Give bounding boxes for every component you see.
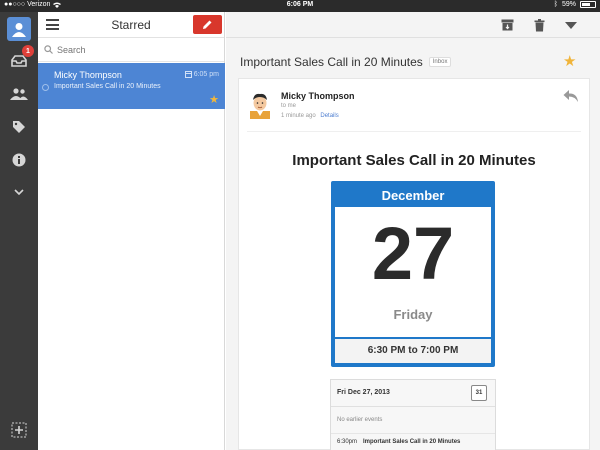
message-list-panel: Starred Micky Thompson 6:05 pm Important… [38, 12, 225, 450]
status-right: ᛒ 59% [554, 1, 596, 8]
agenda-widget: Fri Dec 27, 2013 31 No earlier events 6:… [330, 379, 496, 450]
search-icon [44, 45, 53, 54]
message-card: Micky Thompson to me 1 minute ago Detail… [238, 78, 590, 450]
calendar-month: December [381, 188, 445, 203]
archive-button[interactable] [499, 17, 515, 33]
inbox-button[interactable]: 1 [7, 45, 34, 73]
battery-percent: 59% [561, 1, 576, 8]
battery-icon [580, 1, 596, 8]
message-time: 1 minute ago [281, 113, 316, 119]
labels-button[interactable] [7, 115, 31, 139]
message-toolbar [226, 12, 600, 38]
star-icon[interactable]: ★ [209, 93, 219, 106]
details-link[interactable]: Details [320, 113, 338, 119]
calendar-time-range: 6:30 PM to 7:00 PM [335, 339, 491, 363]
more-icon [565, 21, 577, 29]
agenda-event-time: 6:30pm [337, 439, 358, 445]
reply-icon [563, 90, 578, 102]
agenda-event[interactable]: 6:30pm Important Sales Call in 20 Minute… [331, 434, 495, 450]
list-item-subject: Important Sales Call in 20 Minutes [54, 83, 161, 90]
message-meta: 1 minute ago Details [281, 113, 339, 119]
inbox-icon [11, 55, 27, 67]
list-item[interactable]: Micky Thompson 6:05 pm Important Sales C… [38, 63, 225, 109]
add-account-button[interactable] [7, 418, 31, 442]
expand-button[interactable] [7, 180, 31, 204]
list-item-time: 6:05 pm [184, 71, 219, 78]
more-button[interactable] [563, 17, 579, 33]
delete-button[interactable] [531, 17, 547, 33]
labels-icon [13, 121, 25, 133]
agenda-header: Fri Dec 27, 2013 31 [331, 380, 495, 407]
list-item-time-text: 6:05 pm [193, 71, 219, 78]
bluetooth-icon: ᛒ [553, 1, 558, 8]
calendar-invite-icon [184, 71, 192, 78]
inbox-label-chip[interactable]: Inbox [428, 57, 452, 67]
calendar-icon[interactable]: 31 [471, 385, 487, 401]
calendar-page: 27 Friday [335, 207, 491, 337]
list-item-sender: Micky Thompson [54, 70, 122, 80]
account-avatar-icon [12, 23, 26, 37]
search-input[interactable] [57, 44, 207, 55]
agenda-event-name: Important Sales Call in 20 Minutes [363, 439, 461, 445]
contacts-button[interactable] [7, 82, 31, 106]
message-view: Important Sales Call in 20 Minutes Inbox… [226, 38, 600, 450]
divider [247, 131, 581, 132]
compose-icon [203, 20, 212, 29]
list-header: Starred [38, 12, 224, 38]
select-checkbox[interactable] [42, 84, 49, 91]
search-bar [38, 38, 224, 62]
account-avatar-button[interactable] [7, 17, 31, 41]
sender-name: Micky Thompson [281, 91, 355, 101]
left-rail: 1 [0, 12, 38, 450]
thread-title: Important Sales Call in 20 Minutes Inbox [240, 55, 452, 69]
chevron-down-icon [14, 189, 24, 195]
add-account-icon [11, 422, 27, 438]
trash-icon [534, 18, 544, 31]
star-icon[interactable]: ★ [563, 52, 576, 70]
agenda-date: Fri Dec 27, 2013 [337, 389, 390, 396]
info-icon [12, 153, 26, 167]
calendar-weekday: Friday [393, 307, 433, 322]
status-time: 6:06 PM [286, 1, 314, 8]
calendar-day: 27 [371, 212, 455, 295]
compose-button[interactable] [193, 15, 222, 34]
agenda-empty-text: No earlier events [331, 407, 495, 434]
archive-icon [501, 19, 513, 31]
recipient-line: to me [281, 103, 297, 109]
email-heading: Important Sales Call in 20 Minutes [292, 152, 536, 169]
inbox-badge: 1 [22, 45, 34, 57]
thread-subject: Important Sales Call in 20 Minutes [240, 55, 423, 69]
sender-avatar [250, 93, 270, 119]
contacts-icon [10, 88, 28, 100]
status-bar: ●●○○○ Verizon 6:06 PM ᛒ 59% [0, 0, 600, 12]
info-button[interactable] [7, 148, 31, 172]
reply-button[interactable] [563, 89, 579, 103]
calendar-graphic: December 27 Friday 6:30 PM to 7:00 PM [331, 181, 495, 367]
